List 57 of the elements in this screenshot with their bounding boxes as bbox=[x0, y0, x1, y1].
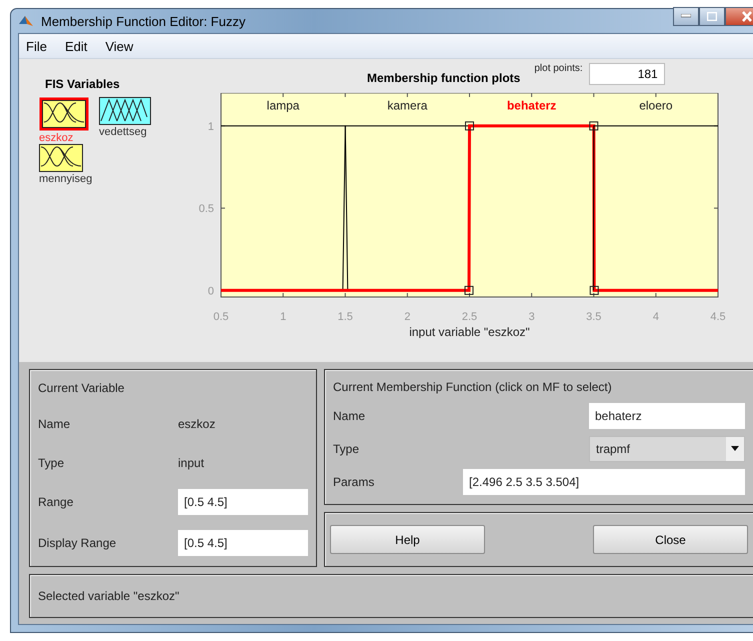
menu-item[interactable]: Edit bbox=[64, 38, 88, 54]
menu-item[interactable]: File bbox=[26, 38, 47, 54]
x-tick-label: 1 bbox=[280, 311, 286, 323]
membership-function-label[interactable]: behaterz bbox=[506, 98, 556, 112]
minimize-button[interactable] bbox=[673, 6, 699, 26]
window-title: Membership Function Editor: Fuzzy bbox=[41, 14, 246, 28]
maximize-button[interactable] bbox=[699, 6, 725, 26]
field-label: Type bbox=[333, 442, 360, 456]
field-label: Type bbox=[38, 456, 66, 470]
variable-label[interactable]: mennyiseg bbox=[39, 173, 92, 185]
x-tick-label: 0.5 bbox=[213, 311, 229, 323]
x-tick-label: 3 bbox=[528, 311, 535, 323]
field-label: Params bbox=[333, 474, 376, 488]
y-tick-label: 0.5 bbox=[198, 203, 214, 216]
minimize-icon bbox=[681, 14, 691, 18]
variable-type: input bbox=[178, 456, 206, 470]
params-field[interactable]: [2.496 2.5 3.5 3.504] bbox=[463, 468, 745, 494]
x-tick-label: 4 bbox=[652, 311, 659, 323]
membership-function-icon[interactable] bbox=[39, 97, 89, 131]
panel-title: Current Variable bbox=[38, 380, 126, 394]
caret-icon bbox=[731, 446, 739, 451]
field-label: Range bbox=[38, 494, 74, 508]
dialog-button[interactable]: Close bbox=[593, 525, 748, 554]
plot-points-label: plot points: bbox=[534, 63, 583, 74]
field-label: Name bbox=[333, 408, 366, 422]
field-label: Display Range bbox=[38, 536, 118, 550]
mf-name-field[interactable]: behaterz bbox=[589, 402, 745, 428]
membership-function-icon[interactable] bbox=[39, 144, 83, 172]
membership-function-label[interactable]: lampa bbox=[266, 98, 300, 112]
fis-variables-title: FIS Variables bbox=[45, 77, 121, 91]
membership-function-line[interactable] bbox=[220, 125, 348, 291]
x-tick-label: 2.5 bbox=[462, 311, 478, 323]
panel-title: Current Membership Function (click on MF to select) bbox=[333, 380, 613, 394]
menu-item[interactable]: View bbox=[105, 38, 134, 54]
membership-function-label[interactable]: kamera bbox=[387, 98, 428, 112]
close-icon bbox=[741, 10, 753, 22]
plot-title: Membership function plots bbox=[367, 71, 520, 85]
variable-name: eszkoz bbox=[178, 416, 216, 430]
membership-function-icon[interactable] bbox=[99, 97, 151, 125]
y-tick-label: 0 bbox=[208, 285, 214, 298]
y-tick-label: 1 bbox=[208, 120, 214, 133]
x-tick-label: 2 bbox=[404, 311, 410, 323]
mf-type-dropdown[interactable]: trapmf bbox=[589, 436, 745, 462]
maximize-icon bbox=[707, 12, 717, 20]
field-label: Name bbox=[38, 416, 72, 430]
variable-label[interactable]: vedettseg bbox=[99, 126, 147, 138]
membership-function-line[interactable] bbox=[592, 125, 718, 291]
x-tick-label: 1.5 bbox=[338, 311, 353, 323]
x-tick-label: 3.5 bbox=[586, 311, 602, 323]
status-text: Selected variable "eszkoz" bbox=[38, 589, 180, 603]
x-tick-label: 4.5 bbox=[710, 311, 726, 323]
dialog-button[interactable]: Help bbox=[330, 525, 485, 554]
handle-markers[interactable] bbox=[464, 121, 599, 295]
plot-points-field[interactable]: 181 bbox=[588, 63, 665, 85]
range-field[interactable]: [0.5 4.5] bbox=[178, 488, 308, 514]
membership-function-label[interactable]: eloero bbox=[639, 98, 673, 112]
display-range-field[interactable]: [0.5 4.5] bbox=[178, 530, 308, 556]
